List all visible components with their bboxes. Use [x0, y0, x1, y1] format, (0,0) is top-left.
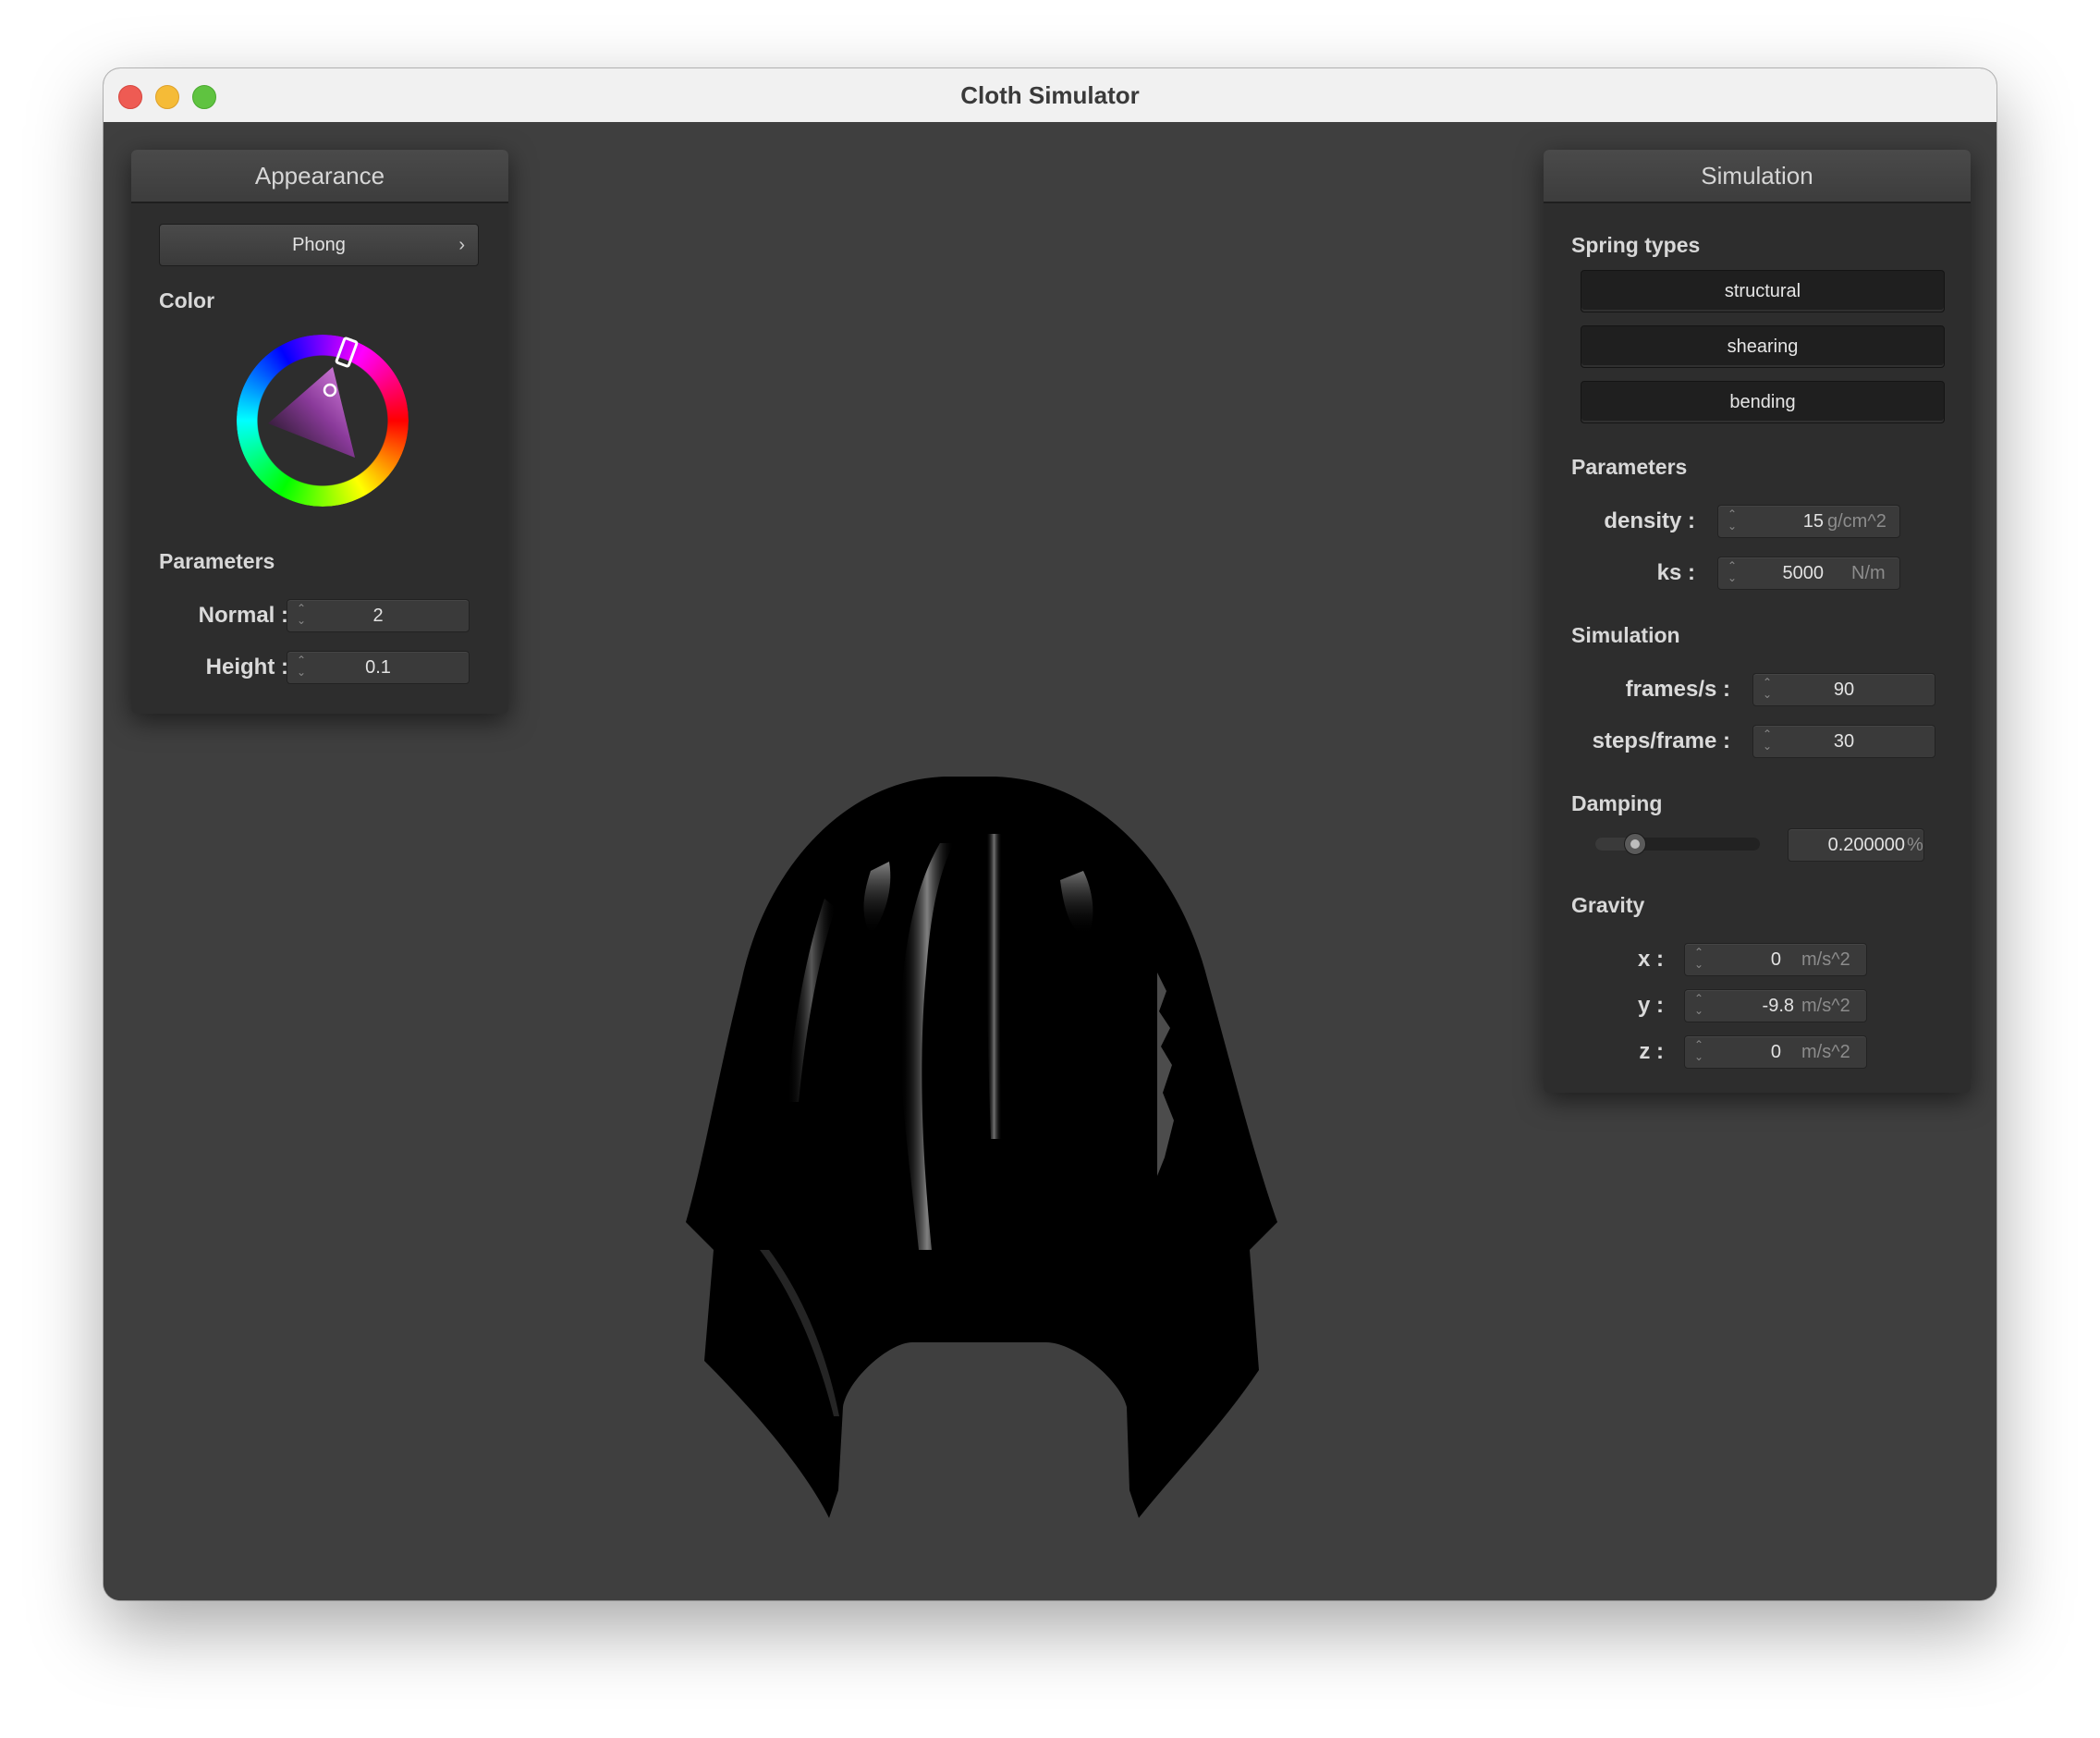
gravity-y-label: y : [1637, 993, 1664, 1018]
ks-value: 5000 [1782, 563, 1825, 583]
gravity-z-input[interactable]: ⌃ ⌄ 0 m/s^2 [1684, 1035, 1867, 1069]
app-window: Cloth Simulator Appearance Phong › Color… [104, 68, 1996, 1600]
simulation-panel: Simulation Spring types structural shear… [1544, 150, 1971, 1093]
density-value: 15 [1802, 511, 1824, 532]
gravity-z-value: 0 [1770, 1042, 1781, 1062]
damping-input[interactable]: 0.200000 % [1788, 828, 1924, 862]
bending-button[interactable]: bending [1581, 381, 1945, 423]
gravity-z-unit: m/s^2 [1801, 1042, 1850, 1062]
sim-parameters-label: Parameters [1571, 455, 1688, 479]
ks-label: ks : [1656, 560, 1695, 585]
fps-value: 90 [1833, 679, 1855, 700]
3d-viewport[interactable]: Appearance Phong › Color Parameters Norm… [104, 122, 1996, 1600]
height-value: 0.1 [365, 657, 391, 678]
simulation-section-label: Simulation [1571, 623, 1680, 647]
color-label: Color [159, 288, 215, 312]
title-bar: Cloth Simulator [104, 68, 1996, 123]
damping-label: Damping [1571, 791, 1663, 815]
gravity-y-input[interactable]: ⌃ ⌄ -9.8 m/s^2 [1684, 989, 1867, 1022]
ks-unit: N/m [1851, 563, 1886, 583]
gravity-x-label: x : [1637, 947, 1664, 972]
damping-slider-thumb[interactable] [1624, 833, 1647, 855]
shader-dropdown-label: Phong [292, 235, 346, 255]
gravity-z-label: z : [1639, 1039, 1664, 1064]
height-label: Height : [205, 655, 288, 679]
density-label: density : [1604, 508, 1695, 533]
cloth-mesh-render [686, 777, 1277, 1518]
appearance-panel: Appearance Phong › Color Parameters Norm… [131, 150, 508, 714]
color-wheel[interactable] [237, 335, 409, 507]
shader-dropdown[interactable]: Phong › [159, 224, 479, 266]
fps-label: frames/s : [1625, 677, 1730, 702]
damping-slider[interactable] [1595, 833, 1760, 855]
gravity-label: Gravity [1571, 893, 1645, 917]
shearing-button[interactable]: shearing [1581, 325, 1945, 368]
height-input[interactable]: ⌃ ⌄ 0.1 [287, 651, 470, 684]
normal-label: Normal : [198, 603, 288, 628]
window-title: Cloth Simulator [960, 81, 1140, 109]
gravity-y-value: -9.8 [1762, 996, 1794, 1016]
gravity-x-unit: m/s^2 [1801, 949, 1850, 970]
damping-value: 0.200000 [1827, 835, 1905, 855]
gravity-y-unit: m/s^2 [1801, 996, 1850, 1016]
steps-label: steps/frame : [1592, 728, 1730, 753]
normal-input[interactable]: ⌃ ⌄ 2 [287, 599, 470, 632]
steps-value: 30 [1833, 731, 1855, 752]
density-unit: g/cm^2 [1827, 511, 1886, 532]
fps-input[interactable]: ⌃ ⌄ 90 [1752, 673, 1935, 706]
steps-input[interactable]: ⌃ ⌄ 30 [1752, 725, 1935, 758]
density-input[interactable]: ⌃ ⌄ 15 g/cm^2 [1717, 505, 1900, 538]
gravity-x-value: 0 [1770, 949, 1781, 970]
appearance-parameters-label: Parameters [159, 549, 275, 573]
gravity-x-input[interactable]: ⌃ ⌄ 0 m/s^2 [1684, 943, 1867, 976]
structural-button[interactable]: structural [1581, 270, 1945, 312]
damping-unit: % [1907, 835, 1923, 855]
appearance-header: Appearance [131, 150, 508, 203]
normal-value: 2 [372, 606, 384, 626]
ks-input[interactable]: ⌃ ⌄ 5000 N/m [1717, 557, 1900, 590]
chevron-right-icon: › [458, 235, 465, 255]
spring-types-label: Spring types [1571, 233, 1701, 257]
simulation-header: Simulation [1544, 150, 1971, 203]
